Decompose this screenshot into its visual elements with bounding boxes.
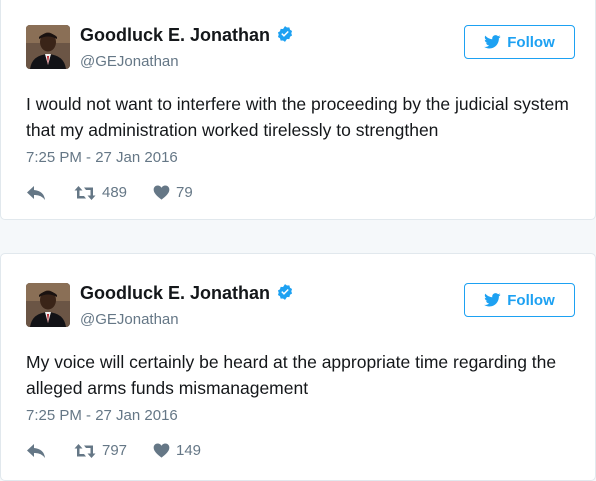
retweet-button[interactable]: 489 [74,184,153,201]
reply-icon [27,185,45,200]
retweet-button[interactable]: 797 [74,442,153,459]
avatar[interactable] [26,25,70,69]
tweet-text: I would not want to interfere with the p… [26,94,569,140]
retweet-count: 797 [102,442,128,459]
tweet-text: My voice will certainly be heard at the … [26,352,557,398]
retweet-icon [74,443,96,458]
author-name[interactable]: Goodluck E. Jonathan [80,25,294,46]
tweet-timestamp[interactable]: 7:25 PM - 27 Jan 2016 [26,149,178,166]
tweet-card: Goodluck E. Jonathan @GEJonathan Follow … [0,253,596,481]
profile-photo-icon [26,283,70,327]
follow-button[interactable]: Follow [464,283,575,317]
reply-button[interactable] [26,185,74,201]
follow-button-label: Follow [507,291,555,309]
tweet-actions: 797 149 [26,442,213,459]
like-button[interactable]: 79 [153,184,213,201]
author-handle[interactable]: @GEJonathan [80,53,179,70]
verified-badge-icon [277,26,293,42]
like-count: 79 [176,184,193,201]
follow-button-label: Follow [507,33,555,51]
heart-icon [153,185,170,200]
follow-button[interactable]: Follow [464,25,575,59]
like-button[interactable]: 149 [153,442,213,459]
like-count: 149 [176,442,202,459]
retweet-count: 489 [102,184,128,201]
verified-badge-icon [277,284,293,300]
author-handle[interactable]: @GEJonathan [80,311,179,328]
heart-icon [153,443,170,458]
avatar[interactable] [26,283,70,327]
tweet-timestamp[interactable]: 7:25 PM - 27 Jan 2016 [26,407,178,424]
tweet-card: Goodluck E. Jonathan @GEJonathan Follow … [0,0,596,220]
profile-photo-icon [26,25,70,69]
tweet-actions: 489 79 [26,184,213,201]
twitter-bird-icon [484,293,501,307]
retweet-icon [74,185,96,200]
reply-icon [27,443,45,458]
reply-button[interactable] [26,443,74,459]
author-name[interactable]: Goodluck E. Jonathan [80,283,294,304]
twitter-bird-icon [484,35,501,49]
